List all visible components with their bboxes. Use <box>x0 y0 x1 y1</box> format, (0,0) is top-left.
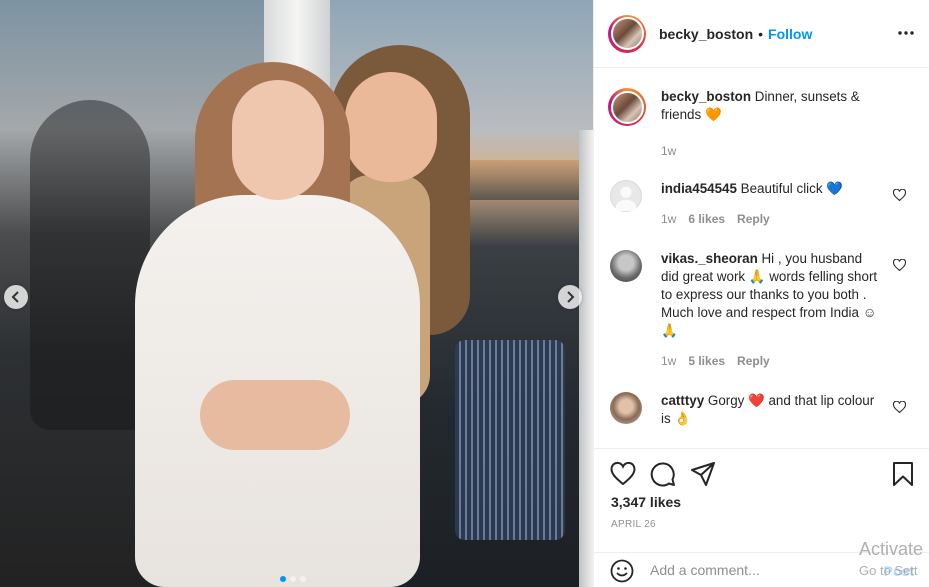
comment-reply-button[interactable]: Reply <box>737 212 770 226</box>
comment-input[interactable] <box>650 559 860 581</box>
watermark-line-2: Go to Sett <box>859 563 918 578</box>
caption-meta: 1w <box>661 144 676 158</box>
photo-striped-shirt <box>455 340 565 540</box>
caption-body: becky_boston Dinner, sunsets & friends 🧡 <box>661 88 876 124</box>
comment-time[interactable]: 1w <box>661 354 676 368</box>
photo-woman-right-face <box>345 72 437 182</box>
comment-like-heart-icon[interactable] <box>893 401 906 413</box>
follow-button[interactable]: Follow <box>768 26 812 42</box>
comment-like-heart-icon[interactable] <box>893 189 906 201</box>
avatar <box>610 17 644 50</box>
comment-body: catttyy Gorgy ❤️ and that lip colour is … <box>661 392 879 428</box>
carousel-next-button[interactable] <box>558 285 582 309</box>
header-avatar-ring[interactable] <box>608 14 646 53</box>
default-avatar-icon <box>615 186 637 215</box>
comment-text: Beautiful click <box>740 181 823 196</box>
photo-woman-left-face <box>232 80 324 200</box>
chevron-right-icon <box>567 291 575 303</box>
watermark-line-1: Activate <box>859 539 924 559</box>
comment-icon[interactable] <box>650 461 676 487</box>
comment-meta: 1w 5 likes Reply <box>661 354 770 368</box>
heart-icon[interactable] <box>610 461 636 487</box>
caption-time[interactable]: 1w <box>661 144 676 158</box>
header-username[interactable]: becky_boston <box>659 26 753 42</box>
commenter-avatar[interactable] <box>610 250 642 282</box>
comment-username[interactable]: vikas._sheoran <box>661 251 758 266</box>
photo-hands <box>200 380 350 450</box>
comment-body: india454545 Beautiful click 💙 <box>661 180 879 198</box>
header-separator: • <box>758 25 764 42</box>
photo-window-frame-right <box>579 130 593 587</box>
comment-username[interactable]: india454545 <box>661 181 737 196</box>
comment-time[interactable]: 1w <box>661 212 676 226</box>
comment-meta: 1w 6 likes Reply <box>661 212 770 226</box>
comment-likes[interactable]: 5 likes <box>688 354 725 368</box>
comment-reply-button[interactable]: Reply <box>737 354 770 368</box>
post-side-panel: becky_boston • Follow becky_boston Dinne… <box>593 0 929 587</box>
comment-emoji: 💙 <box>826 181 843 196</box>
windows-activation-watermark: Activate Go to Sett <box>859 538 929 582</box>
post-date[interactable]: APRIL 26 <box>611 519 656 530</box>
commenter-avatar[interactable] <box>610 392 642 424</box>
carousel-dot-active <box>280 576 286 582</box>
comment-like-heart-icon[interactable] <box>893 259 906 271</box>
caption-emoji: 🧡 <box>704 107 722 122</box>
carousel-dots <box>280 576 306 582</box>
likes-count[interactable]: 3,347 likes <box>611 494 681 510</box>
carousel-dot <box>300 576 306 582</box>
post-photo[interactable] <box>0 0 593 587</box>
share-icon[interactable] <box>690 461 716 487</box>
avatar <box>610 90 644 124</box>
post-header: becky_boston • Follow <box>594 0 929 68</box>
caption-username[interactable]: becky_boston <box>661 89 751 104</box>
carousel-prev-button[interactable] <box>4 285 28 309</box>
comment-body: vikas._sheoran Hi , you husband did grea… <box>661 250 879 340</box>
comment-likes[interactable]: 6 likes <box>688 212 725 226</box>
comment-username[interactable]: catttyy <box>661 393 704 408</box>
photo-reflection-figure <box>30 100 150 430</box>
commenter-avatar[interactable] <box>610 180 642 215</box>
caption-avatar-ring[interactable] <box>608 88 646 126</box>
post-actions: 3,347 likes APRIL 26 <box>594 448 929 552</box>
bookmark-icon[interactable] <box>890 461 916 487</box>
more-horizontal-icon[interactable] <box>898 31 914 35</box>
comments-list[interactable]: becky_boston Dinner, sunsets & friends 🧡… <box>594 68 929 448</box>
chevron-left-icon <box>11 291 19 303</box>
carousel-dot <box>290 576 296 582</box>
smiley-icon[interactable] <box>610 559 634 583</box>
